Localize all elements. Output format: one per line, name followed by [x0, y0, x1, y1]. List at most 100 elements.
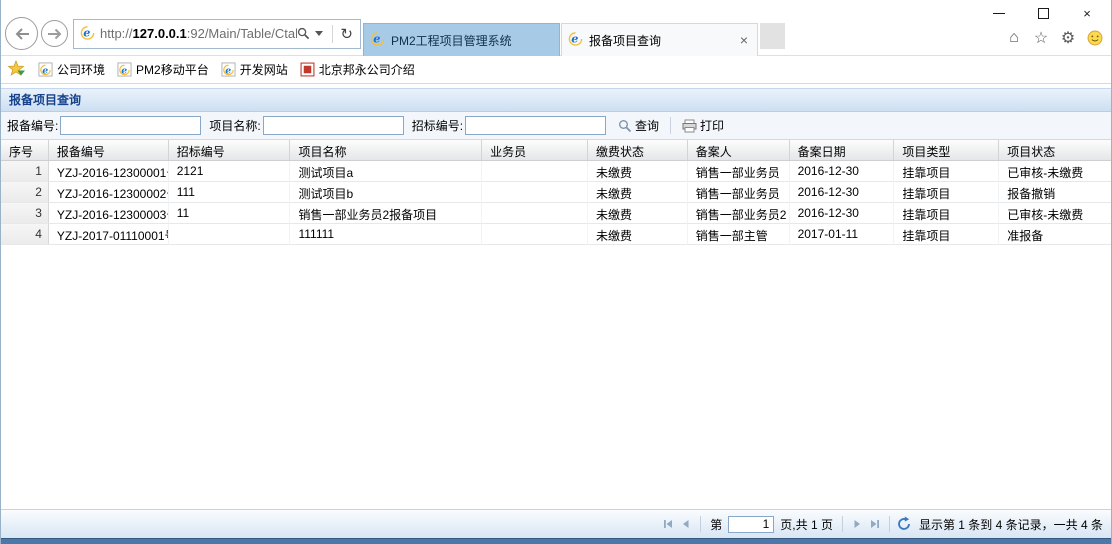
favorite-item-pm2-mobile[interactable]: e PM2移动平台 — [117, 61, 209, 78]
divider — [889, 516, 890, 532]
url-text: http://127.0.0.1:92/Main/Table/Ctal — [100, 26, 297, 41]
ie-favicon: e — [568, 31, 583, 49]
query-button[interactable]: 查询 — [614, 115, 663, 136]
bid-no-input[interactable] — [465, 116, 606, 135]
cell-salesperson — [482, 182, 588, 203]
tab-pm2-system[interactable]: e PM2工程项目管理系统 — [363, 23, 560, 56]
settings-gear-icon[interactable]: ⚙ — [1058, 28, 1078, 48]
column-header-recorder[interactable]: 备案人 — [688, 140, 790, 160]
favorite-item-bangyong-intro[interactable]: 北京邦永公司介绍 — [300, 61, 415, 78]
window-bottom-border — [1, 538, 1111, 544]
tab-report-query[interactable]: e 报备项目查询 × — [561, 23, 758, 56]
favorite-item-company-env[interactable]: e 公司环境 — [38, 61, 105, 78]
cell-project-name: 测试项目a — [290, 161, 482, 182]
minimize-icon — [993, 13, 1005, 14]
page-label-suffix: 页,共 1 页 — [780, 516, 833, 533]
cell-payment-status: 未缴费 — [588, 224, 688, 245]
first-page-icon — [660, 516, 676, 532]
column-header-project-status[interactable]: 项目状态 — [999, 140, 1111, 160]
cell-bid-no — [169, 224, 291, 245]
new-tab-button[interactable] — [760, 23, 785, 49]
address-bar[interactable]: e http://127.0.0.1:92/Main/Table/Ctal ↻ — [73, 19, 361, 49]
print-button-label: 打印 — [700, 117, 724, 134]
cell-report-no: YZJ-2017-01110001号 — [49, 224, 169, 245]
ie-page-icon: e — [221, 62, 236, 77]
svg-text:e: e — [83, 25, 90, 39]
column-header-payment-status[interactable]: 缴费状态 — [588, 140, 688, 160]
first-page-button[interactable] — [659, 515, 677, 533]
cell-project-status: 准报备 — [999, 224, 1111, 245]
bid-no-label: 招标编号: — [412, 117, 463, 134]
search-icon[interactable] — [297, 27, 310, 40]
column-header-report-no[interactable]: 报备编号 — [49, 140, 169, 160]
close-button[interactable]: × — [1065, 0, 1109, 26]
favorite-item-dev-site[interactable]: e 开发网站 — [221, 61, 288, 78]
cell-bid-no: 2121 — [169, 161, 291, 182]
paging-status-text: 显示第 1 条到 4 条记录，一共 4 条 — [919, 516, 1103, 533]
tab-title: 报备项目查询 — [589, 32, 737, 49]
column-header-project-name[interactable]: 项目名称 — [290, 140, 482, 160]
printer-icon — [682, 119, 697, 133]
column-header-record-date[interactable]: 备案日期 — [790, 140, 895, 160]
cell-recorder: 销售一部业务员 — [688, 182, 790, 203]
column-header-project-type[interactable]: 项目类型 — [894, 140, 999, 160]
favorites-star-icon[interactable]: ☆ — [1031, 28, 1051, 48]
next-page-button[interactable] — [848, 515, 866, 533]
print-button[interactable]: 打印 — [678, 115, 728, 136]
cell-salesperson — [482, 224, 588, 245]
table-row[interactable]: 3 YZJ-2016-12300003号 11 销售一部业务员2报备项目 未缴费… — [1, 203, 1111, 224]
cell-project-type: 挂靠项目 — [894, 224, 999, 245]
svg-text:e: e — [42, 65, 48, 76]
svg-text:e: e — [225, 65, 231, 76]
report-no-input[interactable] — [60, 116, 201, 135]
cell-salesperson — [482, 161, 588, 182]
cell-report-no: YZJ-2016-12300002号 — [49, 182, 169, 203]
forward-button[interactable] — [41, 20, 68, 47]
cell-seq: 3 — [1, 203, 49, 224]
svg-text:e: e — [121, 65, 127, 76]
prev-page-icon — [678, 516, 694, 532]
page-number-input[interactable] — [728, 516, 774, 533]
cell-seq: 4 — [1, 224, 49, 245]
next-page-icon — [849, 516, 865, 532]
last-page-button[interactable] — [866, 515, 884, 533]
cell-project-status: 报备撤销 — [999, 182, 1111, 203]
cell-bid-no: 11 — [169, 203, 291, 224]
home-icon[interactable]: ⌂ — [1004, 28, 1024, 48]
close-icon: × — [1083, 6, 1091, 21]
table-row[interactable]: 4 YZJ-2017-01110001号 111111 未缴费 销售一部主管 2… — [1, 224, 1111, 245]
table-row[interactable]: 1 YZJ-2016-12300001号 2121 测试项目a 未缴费 销售一部… — [1, 161, 1111, 182]
cell-report-no: YZJ-2016-12300003号 — [49, 203, 169, 224]
cell-project-status: 已审核-未缴费 — [999, 161, 1111, 182]
table-row[interactable]: 2 YZJ-2016-12300002号 111 测试项目b 未缴费 销售一部业… — [1, 182, 1111, 203]
prev-page-button[interactable] — [677, 515, 695, 533]
back-button[interactable] — [5, 17, 38, 50]
refresh-icon — [896, 516, 912, 532]
column-header-bid-no[interactable]: 招标编号 — [169, 140, 291, 160]
divider — [700, 516, 701, 532]
minimize-button[interactable] — [977, 0, 1021, 26]
cell-project-type: 挂靠项目 — [894, 161, 999, 182]
cell-report-no: YZJ-2016-12300001号 — [49, 161, 169, 182]
cell-project-type: 挂靠项目 — [894, 203, 999, 224]
add-favorite-icon[interactable] — [7, 60, 26, 79]
refresh-grid-button[interactable] — [895, 515, 913, 533]
favorite-label: 开发网站 — [240, 61, 288, 78]
window-controls: × — [977, 0, 1109, 26]
cell-project-status: 已审核-未缴费 — [999, 203, 1111, 224]
column-header-seq[interactable]: 序号 — [1, 140, 49, 160]
maximize-button[interactable] — [1021, 0, 1065, 26]
browser-action-icons: ⌂ ☆ ⚙ — [1004, 28, 1105, 48]
refresh-page-icon[interactable]: ↻ — [340, 25, 353, 43]
svg-text:e: e — [571, 32, 578, 46]
project-name-label: 项目名称: — [209, 117, 260, 134]
smiley-feedback-icon[interactable] — [1085, 28, 1105, 48]
project-name-input[interactable] — [263, 116, 404, 135]
dropdown-caret-icon[interactable] — [315, 31, 323, 36]
close-tab-icon[interactable]: × — [737, 32, 751, 48]
cell-recorder: 销售一部业务员 — [688, 161, 790, 182]
favorite-label: 北京邦永公司介绍 — [319, 61, 415, 78]
search-toolbar: 报备编号: 项目名称: 招标编号: 查询 打印 — [1, 112, 1111, 140]
browser-window: × e http://127.0.0.1:92/Main/Table/Ctal … — [0, 0, 1112, 544]
column-header-salesperson[interactable]: 业务员 — [482, 140, 588, 160]
